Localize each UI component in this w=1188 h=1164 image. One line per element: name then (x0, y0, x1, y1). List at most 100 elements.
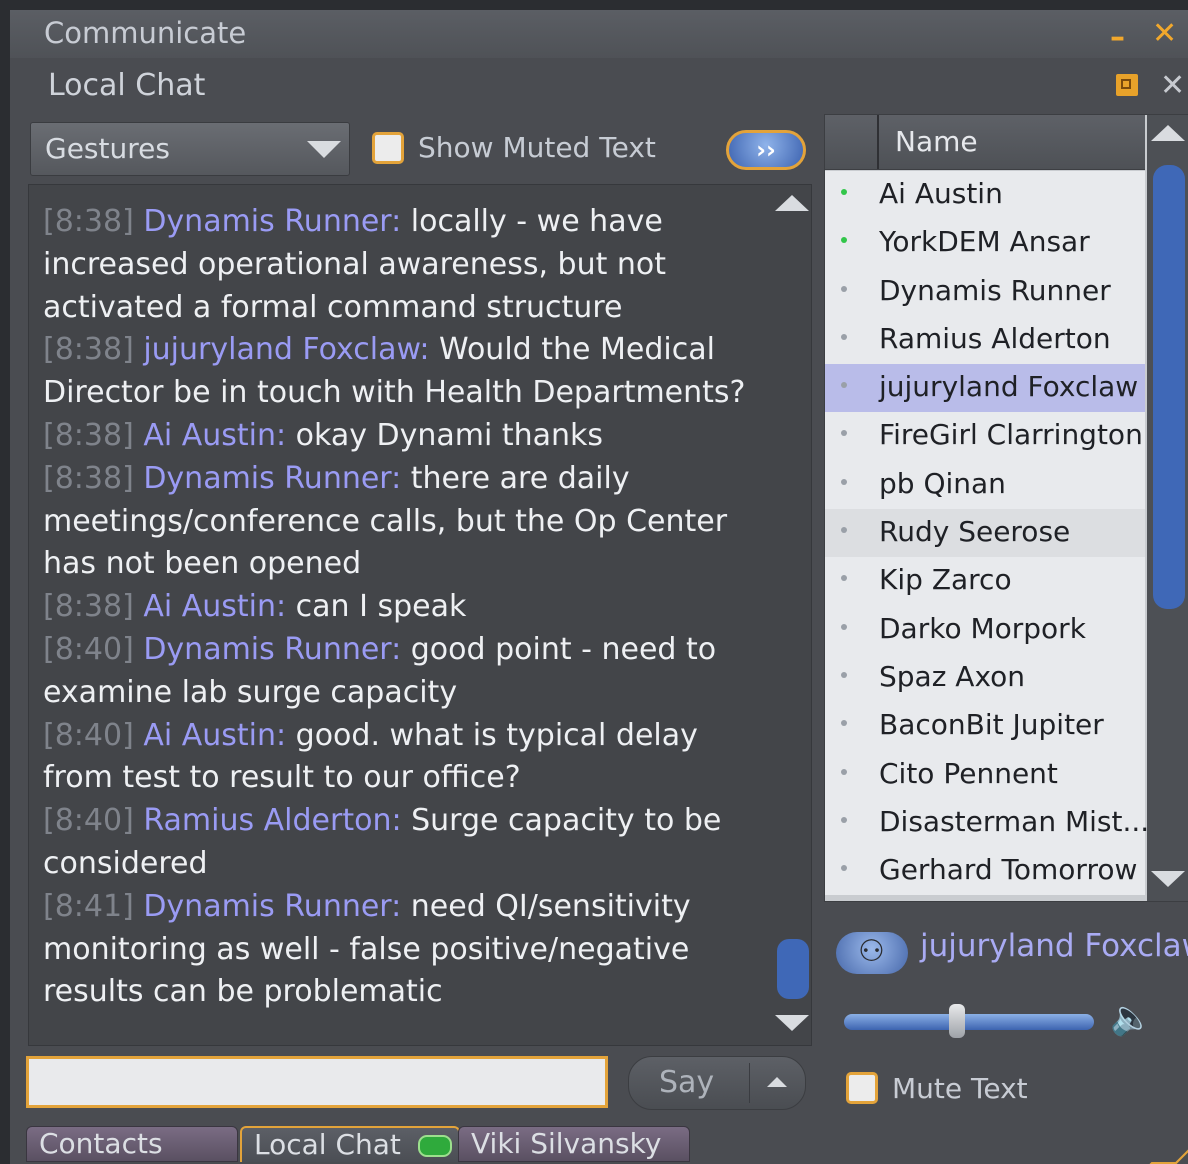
speaker-icon[interactable]: 🔈 (1110, 998, 1152, 1038)
tab-viki-silvansky-label: Viki Silvansky (471, 1127, 662, 1160)
history-scrollbar[interactable] (771, 189, 809, 1039)
chat-message-text: Director be in touch with Health Departm… (43, 375, 746, 411)
participant-name: FireGirl Clarrington (879, 418, 1143, 452)
mute-text-checkbox[interactable] (846, 1072, 878, 1104)
window-titlebar[interactable]: Communicate – ✕ (10, 10, 1188, 58)
participant-row[interactable]: Ai Austin (825, 171, 1145, 220)
show-muted-text-checkbox[interactable] (372, 132, 404, 164)
participant-row[interactable]: YorkDEM Ansar (825, 219, 1145, 268)
chat-message-text: can I speak (295, 589, 467, 625)
participant-row[interactable]: Spaz Axon (825, 653, 1145, 703)
chat-message-text: good. what is typical delay (295, 717, 698, 753)
chat-message-text: good point - need to (410, 631, 717, 667)
chat-line: monitoring as well - false positive/nega… (43, 929, 763, 972)
chat-line: has not been opened (43, 543, 763, 586)
profile-icon[interactable] (836, 932, 908, 974)
participant-row[interactable]: Disasterman Mist... (825, 798, 1149, 848)
chat-speaker-name[interactable]: Ai Austin: (143, 418, 286, 453)
status-column-header[interactable] (825, 115, 879, 169)
volume-slider-thumb[interactable] (949, 1004, 966, 1038)
chat-timestamp: [8:38] (43, 589, 134, 625)
tab-contacts[interactable]: Contacts (26, 1126, 238, 1162)
chat-line: [8:40] Dynamis Runner: good point - need… (43, 629, 763, 672)
participant-row[interactable]: Kip Zarco (825, 557, 1145, 606)
chat-speaker-name[interactable]: Ai Austin: (143, 589, 286, 624)
chat-message-text: results can be problematic (43, 974, 443, 1010)
communicate-tabs: Contacts Local Chat Viki Silvansky (10, 1120, 1188, 1164)
tear-off-icon[interactable] (1116, 74, 1138, 96)
participant-row[interactable]: Darko Morpork (825, 605, 1145, 654)
chevron-up-icon[interactable] (767, 1077, 787, 1087)
history-scroll-thumb[interactable] (777, 939, 809, 999)
communicate-window: Communicate – ✕ Local Chat ✕ Gestures Sh… (10, 10, 1188, 1164)
volume-slider[interactable] (844, 1004, 1094, 1038)
participant-scroll-thumb[interactable] (1153, 165, 1185, 609)
chat-speaker-name[interactable]: Ramius Alderton: (143, 803, 401, 838)
chat-input[interactable] (26, 1056, 608, 1108)
scroll-up-icon[interactable] (775, 195, 809, 211)
chat-message-text: increased operational awareness, but not (43, 246, 667, 282)
chat-line: from test to result to our office? (43, 757, 763, 800)
chat-message-text: there are daily (410, 460, 630, 496)
chat-message-text: okay Dynami thanks (295, 417, 604, 453)
selected-speaker-name[interactable]: jujuryland Foxclaw (920, 928, 1188, 964)
chat-line: [8:38] Ai Austin: can I speak (43, 586, 763, 629)
tab-local-chat[interactable]: Local Chat (240, 1126, 460, 1162)
chat-line: [8:38] jujuryland Foxclaw: Would the Med… (43, 329, 763, 372)
gestures-dropdown[interactable]: Gestures (30, 122, 350, 176)
chat-speaker-name[interactable]: Dynamis Runner: (143, 204, 401, 239)
chevron-down-icon (307, 141, 341, 158)
close-window-button[interactable]: ✕ (1152, 16, 1177, 51)
chat-speaker-name[interactable]: jujuryland Foxclaw: (143, 332, 429, 367)
floater-title: Local Chat (48, 68, 206, 103)
participant-name: Ai Austin (879, 177, 1003, 210)
chat-line: Director be in touch with Health Departm… (43, 372, 763, 415)
show-muted-text-label: Show Muted Text (418, 131, 656, 164)
participant-list[interactable]: Name Ai Austin YorkDEM Ansar Dynamis Runne… (824, 114, 1188, 902)
participant-name: Dynamis Runner (879, 273, 1111, 307)
participant-name: pb Qinan (879, 466, 1006, 500)
scroll-up-icon[interactable] (1151, 125, 1185, 141)
chat-timestamp: [8:40] (43, 803, 134, 839)
speaking-indicator-icon (841, 816, 847, 823)
participant-row[interactable]: Dynamis Runner (825, 267, 1145, 316)
speaking-indicator-icon (841, 575, 847, 582)
name-column-header[interactable]: Name (895, 125, 978, 158)
chat-timestamp: [8:38] (43, 417, 134, 453)
participant-row[interactable]: pb Qinan (825, 460, 1145, 510)
tab-viki-silvansky[interactable]: Viki Silvansky (458, 1126, 690, 1162)
participant-row[interactable]: Ramius Alderton (825, 315, 1145, 365)
participant-row[interactable]: Rudy Seerose (825, 509, 1145, 558)
chat-timestamp: [8:38] (43, 332, 134, 368)
chat-speaker-name[interactable]: Dynamis Runner: (143, 889, 401, 924)
chat-timestamp: [8:40] (43, 631, 134, 667)
chat-timestamp: [8:38] (43, 204, 134, 239)
expand-participants-button[interactable]: ›› (726, 130, 806, 170)
chat-line: meetings/conference calls, but the Op Ce… (43, 501, 763, 544)
participant-row[interactable]: BaconBit Jupiter (825, 702, 1145, 751)
speaking-indicator-icon (841, 430, 847, 437)
scroll-down-icon[interactable] (1151, 871, 1185, 887)
chat-message-text: activated a formal command structure (43, 289, 623, 325)
participant-scrollbar[interactable] (1147, 115, 1188, 901)
participant-row[interactable]: jujuryland Foxclaw (825, 364, 1145, 413)
participant-name: YorkDEM Ansar (879, 225, 1090, 259)
participant-row[interactable]: Cito Pennent (825, 750, 1145, 799)
close-floater-button[interactable]: ✕ (1160, 68, 1185, 103)
minimize-button[interactable]: – (1110, 20, 1125, 55)
chat-line: results can be problematic (43, 971, 763, 1014)
chat-history[interactable]: [8:38] Dynamis Runner: locally - we have… (28, 184, 812, 1046)
scroll-down-icon[interactable] (775, 1015, 809, 1031)
chat-message-text: considered (43, 845, 208, 881)
chat-speaker-name[interactable]: Ai Austin: (143, 718, 286, 753)
speaking-indicator-icon (841, 333, 847, 340)
participant-list-header[interactable]: Name (825, 115, 1145, 170)
chat-line: [8:40] Ai Austin: good. what is typical … (43, 715, 763, 758)
chat-speaker-name[interactable]: Dynamis Runner: (143, 461, 401, 496)
chat-speaker-name[interactable]: Dynamis Runner: (143, 632, 401, 667)
participant-row[interactable]: FireGirl Clarrington (825, 412, 1145, 461)
participant-row[interactable]: Gerhard Tomorrow (825, 847, 1145, 896)
say-button[interactable]: Say (628, 1056, 806, 1110)
chat-message-text: need QI/sensitivity (410, 888, 691, 924)
chat-history-text: [8:38] Dynamis Runner: locally - we have… (43, 201, 763, 1014)
